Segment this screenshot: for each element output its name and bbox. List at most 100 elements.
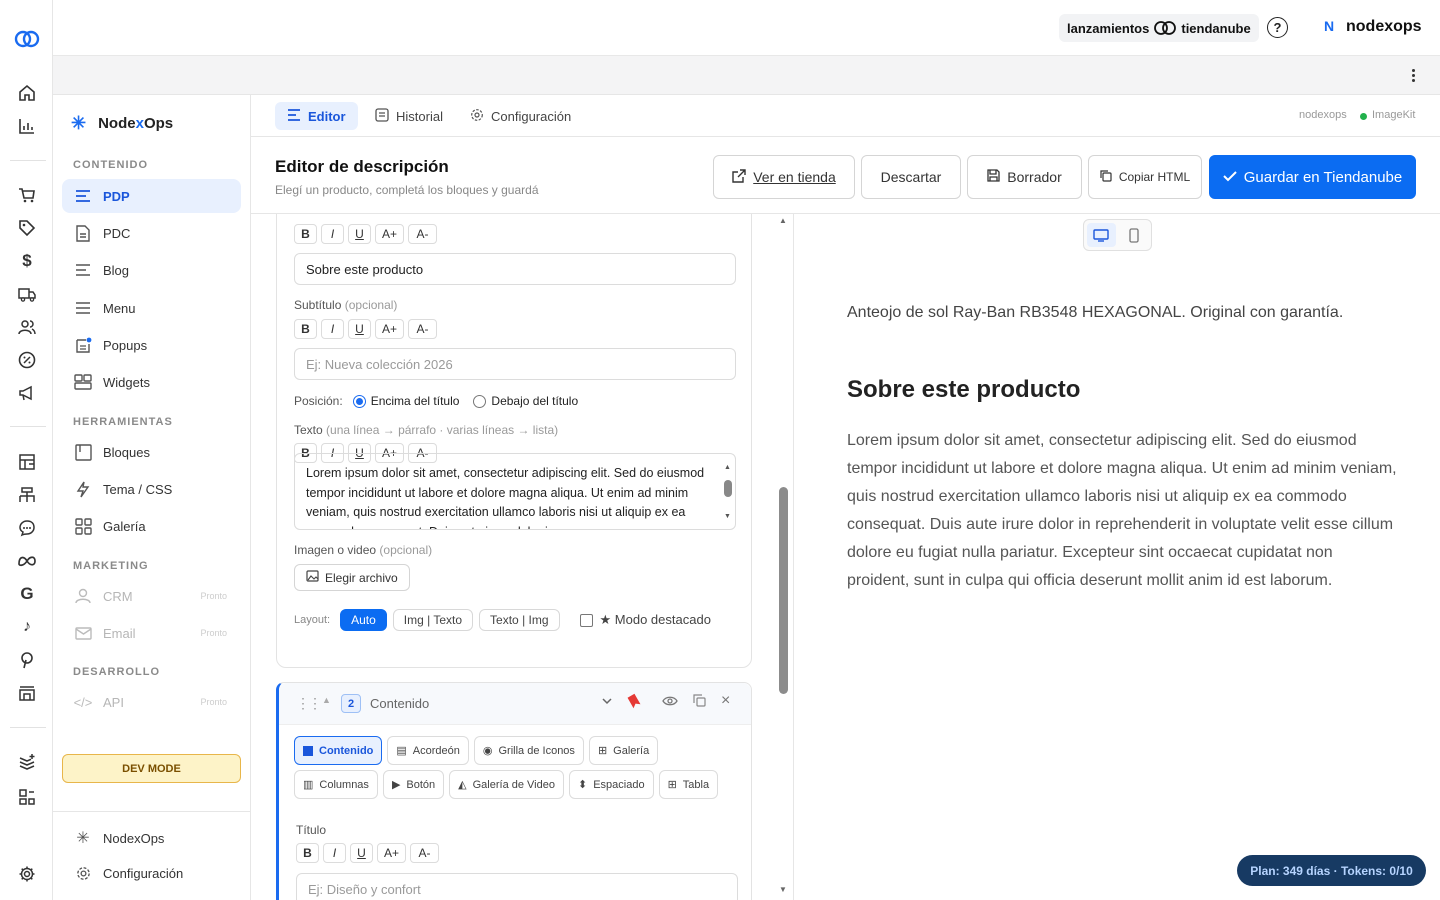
underline-button[interactable]: U — [350, 843, 373, 863]
type-espaciado-button[interactable]: ⬍ Espaciado — [568, 770, 654, 799]
username[interactable]: nodexops — [1346, 18, 1422, 36]
layout-auto-button[interactable]: Auto — [340, 609, 387, 631]
close-icon[interactable]: × — [721, 692, 730, 710]
scroll-up-icon[interactable]: ▲ — [779, 216, 787, 225]
italic-button[interactable]: I — [321, 319, 344, 339]
brand-pill[interactable]: lanzamientos tiendanube — [1059, 14, 1259, 42]
cart-icon[interactable] — [17, 185, 37, 205]
copy-html-button[interactable]: Copiar HTML — [1088, 155, 1202, 199]
sidebar-item-menu[interactable]: Menu — [62, 291, 241, 325]
google-icon[interactable]: G — [17, 584, 37, 604]
shop-icon[interactable] — [17, 683, 37, 703]
increase-font-button[interactable]: A+ — [377, 843, 406, 863]
type-tabla-button[interactable]: ⊞ Tabla — [658, 770, 719, 799]
text-area[interactable]: Lorem ipsum dolor sit amet, consectetur … — [294, 453, 736, 530]
layout-text-img-button[interactable]: Texto | Img — [479, 609, 560, 631]
layout-img-text-button[interactable]: Img | Texto — [392, 609, 474, 631]
scroll-down-icon[interactable]: ▼ — [779, 885, 787, 894]
user-avatar[interactable]: N — [1324, 18, 1334, 34]
decrease-font-button[interactable]: A- — [408, 224, 437, 244]
megaphone-icon[interactable] — [17, 383, 37, 403]
tiktok-icon[interactable]: ♪ — [17, 617, 37, 637]
tab-editor[interactable]: Editor — [275, 102, 358, 130]
help-icon[interactable]: ? — [1267, 17, 1288, 38]
decrease-font-button[interactable]: A- — [410, 843, 439, 863]
sidebar-item-pdc[interactable]: PDC — [62, 216, 241, 250]
spacing-icon: ⬍ — [577, 779, 588, 791]
plan-status-badge[interactable]: Plan: 349 días · Tokens: 0/10 — [1237, 855, 1426, 886]
bold-button[interactable]: B — [294, 319, 317, 339]
sidebar-footer-app[interactable]: ✳ NodexOps — [62, 821, 241, 855]
draft-button[interactable]: Borrador — [967, 155, 1082, 199]
bold-button[interactable]: B — [294, 224, 317, 244]
sidebar-item-bloques[interactable]: Bloques — [62, 435, 241, 469]
radio-above-title[interactable]: Encima del título — [352, 394, 459, 408]
block2-title-input[interactable]: Ej: Diseño y confort — [296, 873, 738, 900]
increase-font-button[interactable]: A+ — [375, 224, 404, 244]
sidebar-item-label: PDP — [103, 188, 130, 204]
type-galeria-video-button[interactable]: ◭ Galería de Video — [449, 770, 564, 799]
dev-mode-badge[interactable]: DEV MODE — [62, 754, 241, 783]
type-galeria-button[interactable]: ⊞ Galería — [588, 736, 659, 765]
desktop-icon[interactable] — [1087, 223, 1116, 247]
drag-handle-icon[interactable]: ⋮⋮ — [296, 695, 322, 712]
pinterest-icon[interactable] — [17, 650, 37, 670]
mobile-icon[interactable] — [1120, 223, 1149, 247]
duplicate-icon[interactable] — [693, 694, 706, 710]
tag-icon[interactable] — [17, 218, 37, 238]
decrease-font-button[interactable]: A- — [408, 319, 437, 339]
sidebar-item-blog[interactable]: Blog — [62, 253, 241, 287]
editor-scrollbar[interactable]: ▲ ▼ — [777, 214, 791, 900]
sidebar-item-pdp[interactable]: PDP — [62, 179, 241, 213]
tab-historial[interactable]: Historial — [363, 102, 455, 130]
stats-icon[interactable] — [17, 116, 37, 136]
choose-file-button[interactable]: Elegir archivo — [294, 564, 410, 591]
bookmark-icon[interactable] — [626, 693, 642, 712]
scroll-thumb[interactable] — [779, 487, 788, 694]
layout-icon[interactable] — [17, 485, 37, 505]
type-contenido-button[interactable]: Contenido — [294, 736, 383, 765]
app-logo-icon[interactable] — [14, 28, 40, 50]
featured-mode-checkbox[interactable]: ★ Modo destacado — [579, 612, 711, 628]
sidebar-item-tema[interactable]: Tema / CSS — [62, 472, 241, 506]
sidebar-item-widgets[interactable]: Widgets — [62, 365, 241, 399]
underline-button[interactable]: U — [348, 224, 371, 244]
home-icon[interactable] — [17, 83, 37, 103]
sidebar-logo[interactable]: ✳ NodexOps — [71, 113, 173, 134]
italic-button[interactable]: I — [321, 224, 344, 244]
textarea-scrollbar[interactable]: ▲ ▼ — [723, 458, 732, 528]
italic-button[interactable]: I — [323, 843, 346, 863]
collapse-chevron-icon[interactable] — [601, 695, 613, 710]
move-up-icon[interactable]: ▲ — [322, 695, 331, 705]
radio-below-title[interactable]: Debajo del título — [473, 394, 578, 408]
sidebar-footer-config[interactable]: Configuración — [62, 856, 241, 890]
settings-icon[interactable] — [17, 864, 37, 884]
eye-icon[interactable] — [662, 695, 678, 710]
meta-icon[interactable] — [17, 551, 37, 571]
more-menu-icon[interactable] — [1406, 65, 1420, 85]
sidebar-item-galeria[interactable]: Galería — [62, 509, 241, 543]
truck-icon[interactable] — [17, 284, 37, 304]
chat-icon[interactable] — [17, 518, 37, 538]
bold-button[interactable]: B — [296, 843, 319, 863]
type-columnas-button[interactable]: ▥ Columnas — [294, 770, 378, 799]
increase-font-button[interactable]: A+ — [375, 319, 404, 339]
title-input[interactable]: Sobre este producto — [294, 253, 736, 285]
save-to-tiendanube-button[interactable]: Guardar en Tiendanube — [1209, 155, 1416, 199]
store-icon[interactable] — [17, 452, 37, 472]
layers-plus-icon[interactable] — [17, 752, 37, 772]
discard-button[interactable]: Descartar — [861, 155, 961, 199]
dollar-icon[interactable]: $ — [17, 251, 37, 271]
users-icon[interactable] — [17, 317, 37, 337]
type-grilla-iconos-button[interactable]: ◉ Grilla de Iconos — [473, 736, 584, 765]
tab-configuracion[interactable]: Configuración — [458, 102, 583, 130]
discount-icon[interactable] — [17, 350, 37, 370]
underline-button[interactable]: U — [348, 319, 371, 339]
scroll-thumb[interactable] — [723, 479, 732, 497]
view-in-store-button[interactable]: Ver en tienda — [713, 155, 855, 199]
type-acordeon-button[interactable]: ▤ Acordeón — [387, 736, 469, 765]
subtitle-input[interactable]: Ej: Nueva colección 2026 — [294, 348, 736, 380]
type-boton-button[interactable]: ▶ Botón — [382, 770, 445, 799]
apps-icon[interactable] — [17, 787, 37, 807]
sidebar-item-popups[interactable]: Popups — [62, 328, 241, 362]
